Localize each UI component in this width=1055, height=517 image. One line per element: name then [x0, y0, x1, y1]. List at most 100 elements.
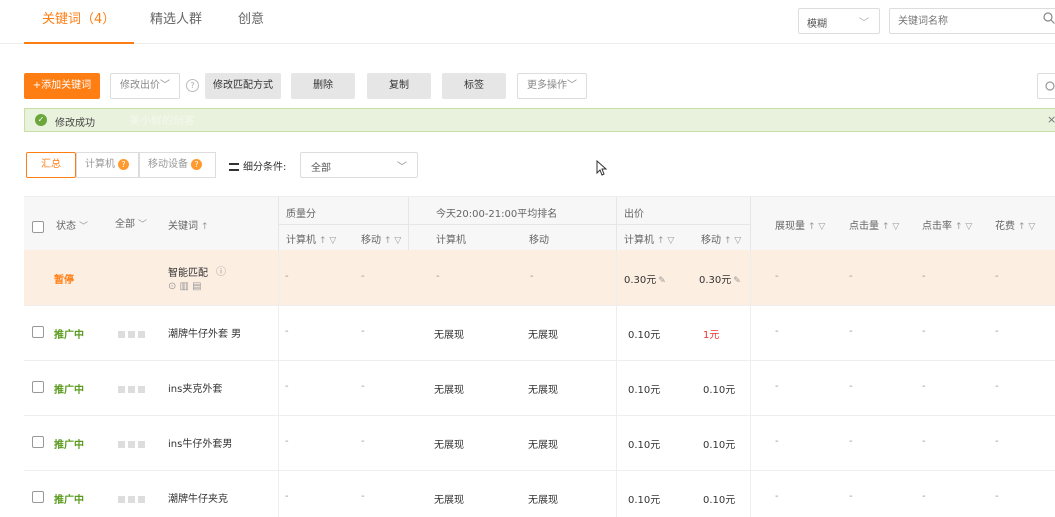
- ctr-value: -: [922, 436, 926, 447]
- alert-message: 修改成功: [55, 118, 95, 129]
- quality-mobile: -: [361, 436, 365, 447]
- ctr-value: -: [922, 271, 926, 282]
- bid-mobile-value: 0.30元: [699, 275, 732, 286]
- device-indicators: [118, 495, 148, 506]
- delete-button[interactable]: 删除: [291, 73, 355, 99]
- more-actions-label: 更多操作: [527, 80, 567, 91]
- status-badge: 推广中: [54, 385, 84, 396]
- column-divider: [278, 416, 279, 471]
- modify-match-button[interactable]: 修改匹配方式: [205, 73, 281, 99]
- help-icon[interactable]: ?: [118, 159, 129, 170]
- column-quality-mobile-label: 移动: [361, 235, 381, 246]
- column-impressions[interactable]: 展现量 ↑ ▽: [775, 217, 825, 232]
- bid-mobile[interactable]: 0.30元 ✎: [699, 271, 741, 286]
- cost-value: -: [995, 491, 999, 502]
- cost-value: -: [995, 381, 999, 392]
- help-icon[interactable]: ?: [186, 79, 199, 92]
- column-divider: [616, 361, 617, 416]
- pencil-icon[interactable]: ✎: [733, 276, 741, 286]
- bid-pc[interactable]: 0.10元: [628, 326, 660, 341]
- sort-filter-icon: ↑ ▽: [319, 236, 337, 246]
- bid-pc[interactable]: 0.10元: [628, 436, 660, 451]
- column-bid-mobile[interactable]: 移动 ↑ ▽: [701, 231, 741, 246]
- more-actions-button[interactable]: 更多操作﹀: [517, 73, 587, 99]
- device-indicators: [118, 330, 148, 341]
- chevron-down-icon: ﹀: [567, 80, 577, 91]
- cost-value: -: [995, 436, 999, 447]
- bid-mobile[interactable]: 1元: [703, 326, 719, 341]
- bid-mobile[interactable]: 0.10元: [703, 436, 735, 451]
- search-icon[interactable]: [1043, 12, 1055, 24]
- column-status[interactable]: 状态 ﹀: [56, 217, 88, 232]
- tab-audience[interactable]: 精选人群: [150, 8, 202, 27]
- success-alert: ✓ 修改成功 美小鲜的创客 ×: [24, 108, 1055, 132]
- segment-computer[interactable]: 计算机?: [76, 152, 139, 178]
- play-chart-doc-icons[interactable]: ⊙ ▥ ▤: [168, 281, 202, 292]
- table-row[interactable]: 推广中 潮牌牛仔夹克 - - 无展现 无展现 0.10元 0.10元 - - -…: [24, 471, 1055, 517]
- impressions-value: -: [775, 326, 779, 337]
- tag-button[interactable]: 标签: [442, 73, 506, 99]
- clicks-value: -: [849, 491, 853, 502]
- row-checkbox[interactable]: [32, 381, 44, 393]
- close-icon[interactable]: ×: [1047, 113, 1055, 126]
- status-badge: 推广中: [54, 440, 84, 451]
- pencil-icon[interactable]: ✎: [658, 276, 666, 286]
- column-impressions-label: 展现量: [775, 221, 805, 232]
- tab-keywords[interactable]: 关键词（4）: [42, 8, 115, 27]
- bid-mobile[interactable]: 0.10元: [703, 491, 735, 506]
- help-icon[interactable]: ?: [191, 159, 202, 170]
- ranking-mobile: 无展现: [528, 440, 558, 451]
- quality-pc: -: [285, 381, 289, 392]
- keyword-search-input[interactable]: [889, 8, 1055, 34]
- segment-mobile[interactable]: 移动设备?: [139, 152, 216, 178]
- bid-mobile[interactable]: 0.10元: [703, 381, 735, 396]
- table-row[interactable]: 暂停 智能匹配 ⓘ ⊙ ▥ ▤ - - - - 0.30元 ✎ 0.30元 ✎ - …: [24, 250, 1055, 306]
- row-checkbox[interactable]: [32, 326, 44, 338]
- table-header: 状态 ﹀ 全部 ﹀ 关键词 ↑ 质量分 计算机 ↑ ▽ 移动 ↑ ▽ 今天20:00-21…: [24, 196, 1055, 251]
- add-keyword-button[interactable]: +添加关键词: [24, 73, 100, 99]
- header-divider: [408, 224, 616, 225]
- tab-creative[interactable]: 创意: [238, 8, 264, 27]
- help-icon[interactable]: ⓘ: [216, 263, 226, 278]
- bid-pc[interactable]: 0.10元: [628, 381, 660, 396]
- keyword-text: 智能匹配: [168, 268, 208, 279]
- impressions-value: -: [775, 436, 779, 447]
- chevron-down-icon: ﹀: [138, 220, 148, 230]
- ranking-mobile: -: [530, 271, 534, 282]
- column-quality-score: 质量分: [286, 209, 316, 220]
- filter-label: 细分条件:: [229, 158, 286, 173]
- bid-pc[interactable]: 0.10元: [628, 491, 660, 506]
- sort-filter-icon: ↑ ▽: [955, 222, 973, 232]
- sort-filter-icon: ↑ ▽: [882, 222, 900, 232]
- row-checkbox[interactable]: [32, 436, 44, 448]
- column-cost[interactable]: 花费 ↑ ▽: [995, 217, 1035, 232]
- bid-pc[interactable]: 0.30元 ✎: [624, 271, 666, 286]
- column-bid-pc[interactable]: 计算机 ↑ ▽: [624, 231, 674, 246]
- table-row[interactable]: 推广中 ins夹克外套 - - 无展现 无展现 0.10元 0.10元 - - …: [24, 361, 1055, 416]
- select-all-checkbox[interactable]: [32, 221, 44, 233]
- column-quality-pc[interactable]: 计算机 ↑ ▽: [286, 231, 336, 246]
- segment-computer-label: 计算机: [85, 159, 115, 170]
- match-mode-select[interactable]: 模糊 ﹀: [798, 8, 880, 34]
- filter-select[interactable]: 全部 ﹀: [300, 152, 418, 178]
- copy-button[interactable]: 复制: [367, 73, 431, 99]
- table-row[interactable]: 推广中 ins牛仔外套男 - - 无展现 无展现 0.10元 0.10元 - -…: [24, 416, 1055, 471]
- table-row[interactable]: 推广中 潮牌牛仔外套 男 - - 无展现 无展现 0.10元 1元 - - - …: [24, 306, 1055, 361]
- clicks-value: -: [849, 271, 853, 282]
- column-all-label: 全部: [115, 219, 135, 230]
- column-cost-label: 花费: [995, 221, 1015, 232]
- modify-bid-label: 修改出价: [120, 80, 160, 91]
- column-quality-mobile[interactable]: 移动 ↑ ▽: [361, 231, 401, 246]
- segment-summary[interactable]: 汇总: [26, 152, 76, 178]
- column-clicks[interactable]: 点击量 ↑ ▽: [849, 217, 899, 232]
- modify-bid-button[interactable]: 修改出价﹀: [110, 73, 180, 99]
- column-ctr[interactable]: 点击率 ↑ ▽: [922, 217, 972, 232]
- sort-filter-icon: ↑ ▽: [657, 236, 675, 246]
- column-keyword[interactable]: 关键词 ↑: [168, 217, 209, 232]
- row-checkbox[interactable]: [32, 491, 44, 503]
- column-divider: [750, 361, 751, 416]
- gear-icon: [1045, 81, 1055, 91]
- column-all[interactable]: 全部 ﹀: [115, 215, 147, 230]
- settings-button[interactable]: [1037, 73, 1055, 99]
- chevron-down-icon: ﹀: [859, 18, 869, 29]
